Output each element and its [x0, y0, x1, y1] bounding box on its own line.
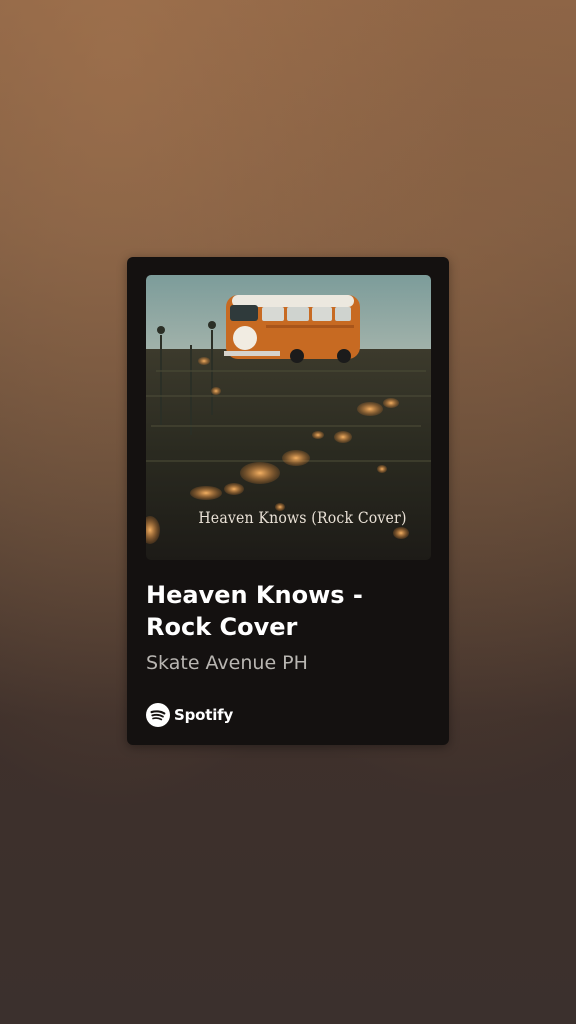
- track-title[interactable]: Heaven Knows - Rock Cover: [146, 579, 436, 643]
- spotify-track-card[interactable]: Heaven Knows (Rock Cover) Heaven Knows -…: [127, 257, 449, 745]
- brand-name: Spotify: [174, 706, 234, 724]
- spotify-brand[interactable]: Spotify: [146, 703, 233, 727]
- artist-name[interactable]: Skate Avenue PH: [146, 651, 308, 675]
- spotify-logo-icon: [146, 703, 170, 727]
- album-art-caption: Heaven Knows (Rock Cover): [198, 508, 407, 527]
- album-art[interactable]: Heaven Knows (Rock Cover): [146, 275, 431, 560]
